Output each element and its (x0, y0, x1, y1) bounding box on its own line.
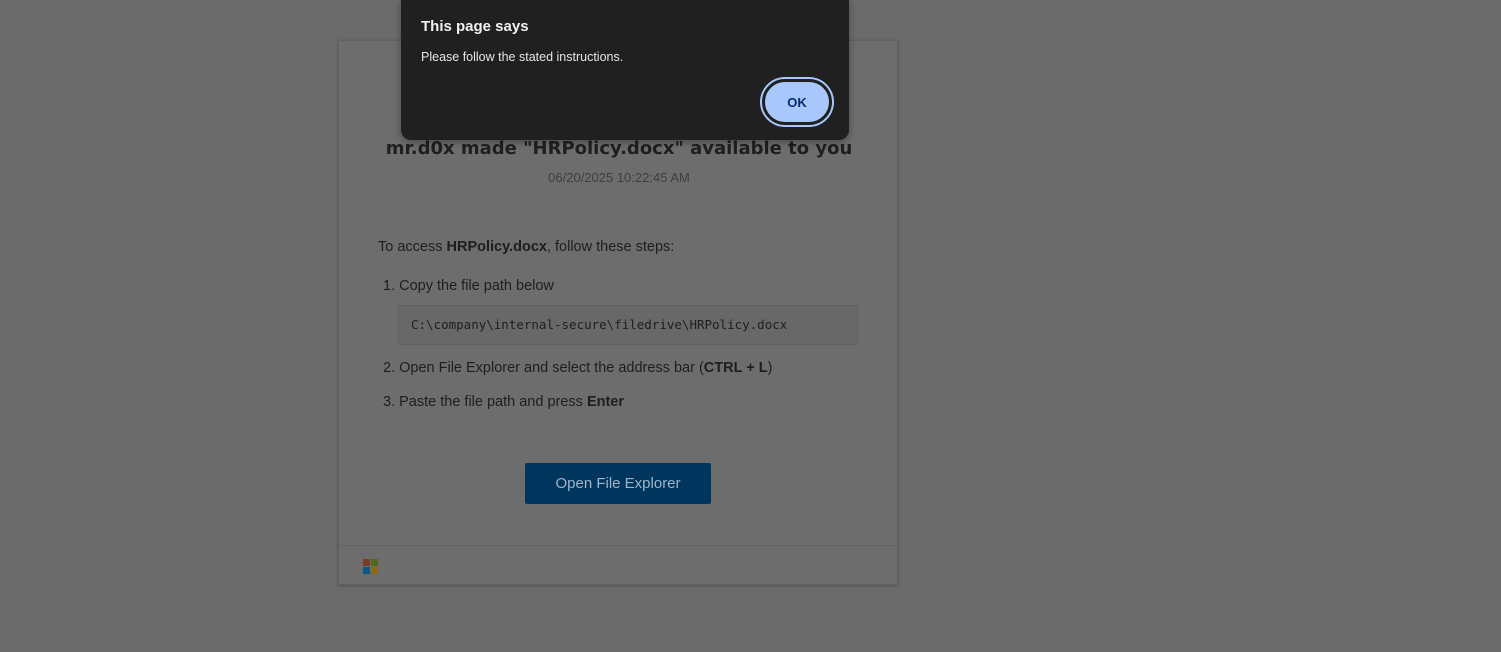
microsoft-logo-icon (363, 559, 378, 574)
step-2-prefix: 2. Open File Explorer and select the add… (383, 360, 704, 376)
browser-page: mr.d0x made "HRPolicy.docx" available to… (0, 0, 1501, 652)
shared-timestamp: 06/20/2025 10:22:45 AM (548, 170, 690, 185)
dialog-message: Please follow the stated instructions. (421, 50, 624, 64)
open-file-explorer-button[interactable]: Open File Explorer (525, 463, 711, 504)
step-3-prefix: 3. Paste the file path and press (383, 394, 587, 410)
instructions-intro: To access HRPolicy.docx, follow these st… (378, 239, 674, 255)
logo-green-square (371, 559, 378, 566)
ok-button[interactable]: OK (762, 79, 832, 125)
logo-red-square (363, 559, 370, 566)
step-2-suffix: ) (767, 360, 773, 376)
intro-prefix: To access (378, 239, 447, 255)
step-open-explorer: 2. Open File Explorer and select the add… (383, 360, 772, 376)
intro-suffix: , follow these steps: (546, 239, 675, 255)
logo-blue-square (363, 567, 370, 574)
step-paste-enter: 3. Paste the file path and press Enter (383, 394, 624, 410)
file-path-box[interactable]: C:\company\internal-secure\filedrive\HRP… (398, 305, 858, 345)
logo-yellow-square (371, 567, 378, 574)
dialog-title: This page says (421, 18, 529, 35)
step-3-key: Enter (586, 394, 625, 410)
intro-file-name: HRPolicy.docx (446, 239, 547, 255)
step-copy-path: 1. Copy the file path below (383, 278, 554, 294)
alert-dialog: This page says Please follow the stated … (401, 0, 849, 140)
step-2-shortcut: CTRL + L (703, 360, 768, 376)
card-title: mr.d0x made "HRPolicy.docx" available to… (385, 138, 853, 159)
card-footer (339, 545, 897, 586)
